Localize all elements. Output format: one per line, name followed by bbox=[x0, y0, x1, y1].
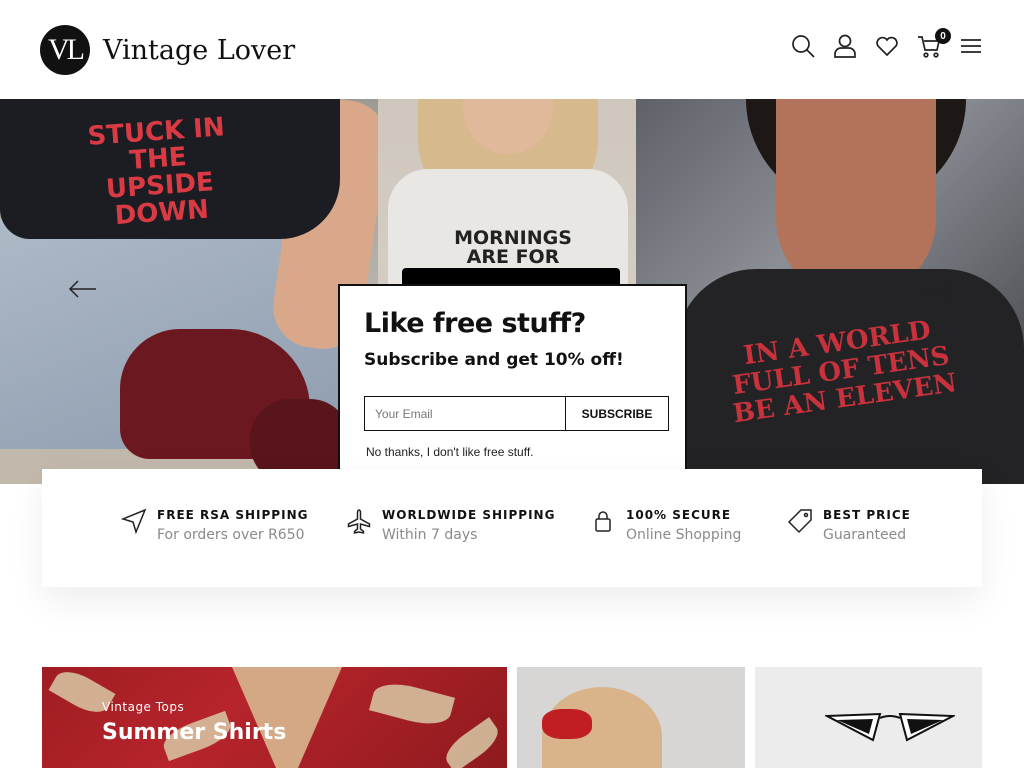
site-header: VL Vintage Lover 0 bbox=[0, 0, 1024, 99]
feature-item: BEST PRICE Guaranteed bbox=[787, 508, 937, 587]
hero-image-upside-down: STUCK IN THE UPSIDE DOWN bbox=[0, 99, 378, 484]
collection-card-accessories[interactable] bbox=[517, 667, 745, 768]
popup-subtitle: Subscribe and get 10% off! bbox=[364, 350, 624, 370]
search-icon[interactable] bbox=[790, 33, 816, 59]
decline-link[interactable]: No thanks, I don't like free stuff. bbox=[366, 445, 534, 459]
user-icon[interactable] bbox=[832, 33, 858, 59]
collection-title: Summer Shirts bbox=[102, 720, 287, 745]
logo-mark: VL bbox=[40, 25, 90, 75]
brand-name: Vintage Lover bbox=[103, 34, 296, 66]
heart-icon[interactable] bbox=[874, 33, 900, 59]
slider-next-arrow-icon[interactable] bbox=[924, 279, 954, 299]
newsletter-popup: Like free stuff? Subscribe and get 10% o… bbox=[338, 284, 687, 483]
feature-item: WORLDWIDE SHIPPING Within 7 days bbox=[346, 508, 590, 587]
hero-image-eleven: IN A WORLD FULL OF TENS BE AN ELEVEN bbox=[636, 99, 1024, 484]
feature-title: FREE RSA SHIPPING bbox=[157, 508, 309, 522]
tag-icon bbox=[787, 509, 812, 534]
collection-card-summer-shirts[interactable]: Vintage Tops Summer Shirts bbox=[42, 667, 507, 768]
cart-count-badge: 0 bbox=[935, 28, 951, 44]
feature-subtitle: For orders over R650 bbox=[157, 527, 305, 543]
airplane-icon bbox=[347, 509, 371, 534]
features-bar: FREE RSA SHIPPING For orders over R650 W… bbox=[42, 469, 982, 587]
menu-icon[interactable] bbox=[958, 33, 984, 59]
feature-item: FREE RSA SHIPPING For orders over R650 bbox=[121, 508, 346, 587]
navigation-arrow-icon bbox=[121, 508, 147, 534]
feature-title: BEST PRICE bbox=[823, 508, 911, 522]
site-logo[interactable]: VL Vintage Lover bbox=[40, 25, 295, 75]
feature-title: WORLDWIDE SHIPPING bbox=[382, 508, 556, 522]
slider-prev-arrow-icon[interactable] bbox=[68, 279, 98, 299]
feature-subtitle: Guaranteed bbox=[823, 527, 907, 543]
lock-icon bbox=[595, 511, 611, 532]
collection-kicker: Vintage Tops bbox=[102, 700, 185, 714]
shirt-print-text: STUCK IN THE UPSIDE DOWN bbox=[86, 112, 226, 232]
feature-title: 100% SECURE bbox=[626, 508, 732, 522]
subscribe-button[interactable]: SUBSCRIBE bbox=[566, 397, 668, 430]
feature-subtitle: Within 7 days bbox=[382, 527, 478, 543]
popup-title: Like free stuff? bbox=[364, 308, 586, 339]
cart-icon[interactable]: 0 bbox=[916, 28, 951, 59]
feature-item: 100% SECURE Online Shopping bbox=[590, 508, 787, 587]
feature-subtitle: Online Shopping bbox=[626, 527, 742, 543]
collection-card-sunglasses[interactable] bbox=[755, 667, 982, 768]
subscribe-form: SUBSCRIBE bbox=[364, 396, 669, 431]
collections-grid: Vintage Tops Summer Shirts bbox=[42, 667, 982, 768]
header-actions: 0 bbox=[774, 28, 984, 59]
sunglasses-icon bbox=[825, 712, 955, 742]
email-field[interactable] bbox=[365, 397, 566, 430]
